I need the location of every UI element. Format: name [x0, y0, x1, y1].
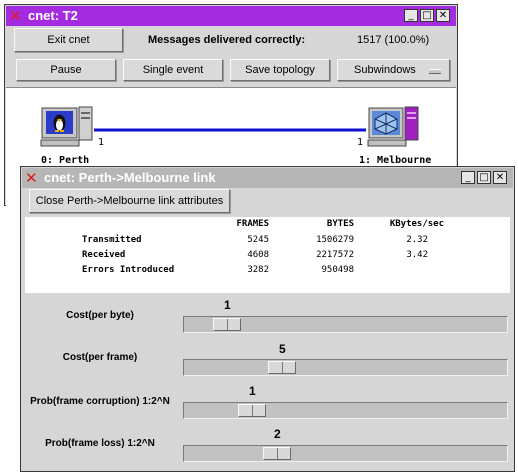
melbourne-node-label[interactable]: 1: Melbourne: [359, 155, 431, 166]
transmitted-kbytes: 2.32: [406, 235, 428, 245]
cost-per-byte-slider[interactable]: [183, 316, 508, 333]
slider-thumb[interactable]: [268, 361, 296, 374]
prob-frame-loss-label: Prob(frame loss) 1:2^N: [45, 438, 155, 449]
exit-cnet-button[interactable]: Exit cnet: [14, 28, 123, 52]
option-menu-indicator-icon: [429, 69, 441, 74]
prob-frame-corruption-value: 1: [249, 384, 256, 398]
link-window: ✕ cnet: Perth->Melbourne link _ □ ✕ Clos…: [20, 166, 515, 472]
messages-delivered-label: Messages delivered correctly:: [148, 34, 306, 46]
prob-frame-corruption-label: Prob(frame corruption) 1:2^N: [30, 396, 170, 407]
linux-penguin-computer-icon[interactable]: [40, 106, 93, 147]
errors-bytes: 950498: [321, 265, 354, 275]
x-logo-icon[interactable]: ✕: [25, 170, 38, 186]
maximize-icon[interactable]: □: [420, 9, 434, 22]
kbytes-header: KBytes/sec: [389, 219, 444, 229]
melbourne-link-number: 1: [357, 137, 364, 148]
subwindows-label: Subwindows: [354, 64, 416, 76]
cost-per-frame-value: 5: [279, 342, 286, 356]
received-kbytes: 3.42: [406, 250, 428, 260]
link-statistics-panel: FRAMES BYTES KBytes/sec Transmitted 5245…: [25, 217, 510, 293]
pause-button[interactable]: Pause: [16, 59, 116, 81]
transmitted-bytes: 1506279: [316, 235, 354, 245]
received-bytes: 2217572: [316, 250, 354, 260]
bytes-header: BYTES: [326, 219, 354, 229]
minimize-icon[interactable]: _: [461, 171, 475, 184]
slider-thumb[interactable]: [238, 404, 266, 417]
prob-frame-corruption-slider[interactable]: [183, 402, 508, 419]
received-frames: 4608: [247, 250, 269, 260]
link-window-title: cnet: Perth->Melbourne link: [44, 170, 216, 185]
maximize-icon[interactable]: □: [477, 171, 491, 184]
save-topology-button[interactable]: Save topology: [230, 59, 330, 81]
close-icon[interactable]: ✕: [493, 171, 507, 184]
perth-link-number: 1: [98, 137, 105, 148]
minimize-icon[interactable]: _: [404, 9, 418, 22]
x-logo-icon[interactable]: ✕: [9, 8, 22, 24]
prob-frame-loss-value: 2: [274, 427, 281, 441]
errors-frames: 3282: [247, 265, 269, 275]
router-computer-icon[interactable]: [367, 106, 419, 147]
frames-header: FRAMES: [236, 219, 269, 229]
cost-per-byte-value: 1: [224, 298, 231, 312]
received-label: Received: [82, 250, 126, 260]
slider-thumb[interactable]: [263, 447, 291, 460]
main-window-title: cnet: T2: [28, 8, 78, 23]
main-window-titlebar[interactable]: ✕ cnet: T2 _ □ ✕: [6, 6, 456, 26]
subwindows-menu-button[interactable]: Subwindows: [337, 59, 450, 81]
close-link-attributes-button[interactable]: Close Perth->Melbourne link attributes: [29, 189, 230, 213]
cost-per-byte-label: Cost(per byte): [66, 310, 134, 321]
transmitted-frames: 5245: [247, 235, 269, 245]
messages-delivered-value: 1517 (100.0%): [357, 34, 430, 46]
perth-node-label[interactable]: 0: Perth: [41, 155, 89, 166]
transmitted-label: Transmitted: [82, 235, 142, 245]
close-icon[interactable]: ✕: [436, 9, 450, 22]
single-event-button[interactable]: Single event: [123, 59, 223, 81]
cost-per-frame-label: Cost(per frame): [62, 352, 138, 363]
errors-introduced-label: Errors Introduced: [82, 265, 175, 275]
cost-per-frame-slider[interactable]: [183, 359, 508, 376]
link-window-titlebar[interactable]: ✕ cnet: Perth->Melbourne link _ □ ✕: [22, 168, 513, 188]
prob-frame-loss-slider[interactable]: [183, 445, 508, 462]
slider-thumb[interactable]: [213, 318, 241, 331]
